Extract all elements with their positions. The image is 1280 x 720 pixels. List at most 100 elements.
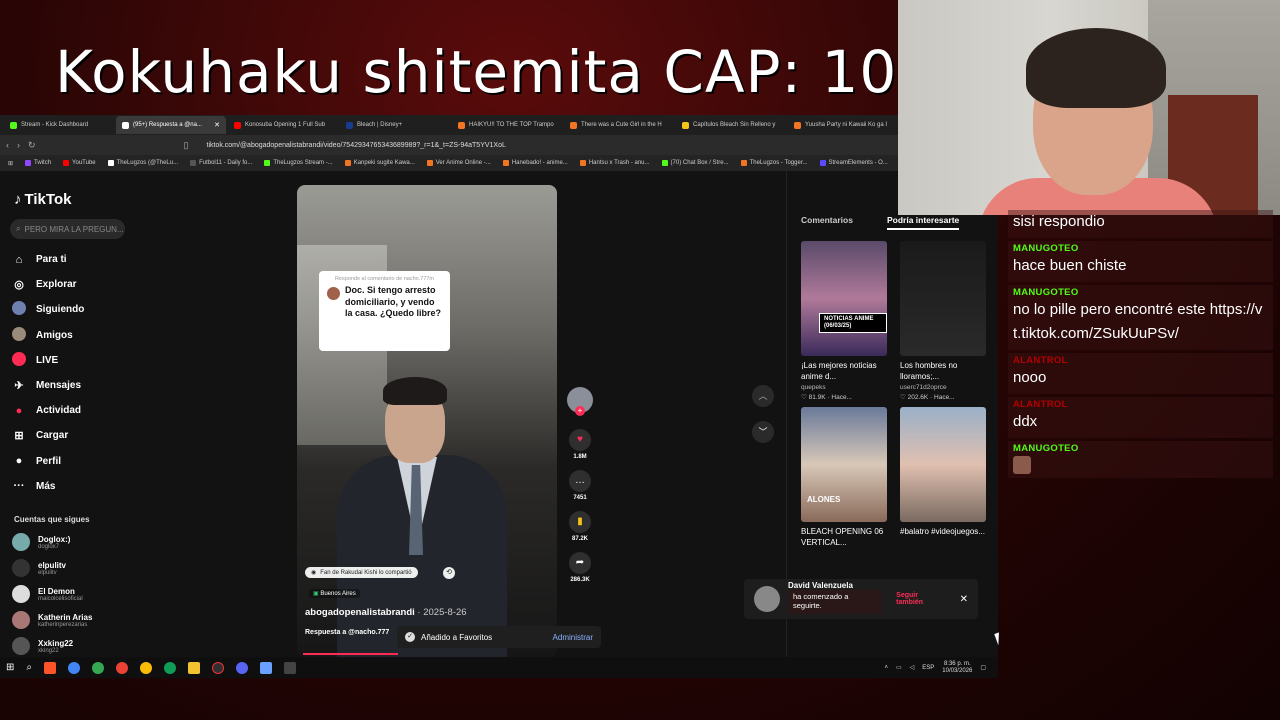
discord-icon[interactable] bbox=[236, 661, 248, 674]
crunchyroll-icon bbox=[794, 121, 801, 129]
chat-message: MANUGOTEO hace buen chiste bbox=[1008, 241, 1273, 282]
back-icon[interactable]: ‹ bbox=[6, 140, 9, 150]
following-account[interactable]: El Demon maicolcelisoficial bbox=[12, 581, 92, 607]
chevron-up-icon[interactable]: ˄ bbox=[884, 665, 888, 671]
following-icon bbox=[12, 301, 26, 318]
chat-emote bbox=[1013, 456, 1031, 474]
close-icon[interactable]: ✕ bbox=[960, 594, 968, 605]
close-tab-icon[interactable]: ✕ bbox=[214, 121, 220, 129]
follow-plus-icon[interactable]: + bbox=[575, 406, 585, 416]
volume-icon[interactable]: ◁ bbox=[910, 664, 915, 671]
search-input[interactable]: ⌕ PERO MIRA LA PREGUN... bbox=[10, 219, 125, 239]
bookmarks-bar: ⊞ Twitch YouTube TheLugzos (@TheLu... Fu… bbox=[0, 155, 998, 171]
recommended-video[interactable]: ALONES BLEACH OPENING 06 VERTICAL... bbox=[801, 407, 887, 548]
nav-item-para-ti[interactable]: ⌂ Para ti bbox=[12, 247, 84, 272]
repost-icon[interactable]: ⟲ bbox=[443, 567, 455, 579]
nav-item-siguiendo[interactable]: Siguiendo bbox=[12, 297, 84, 322]
notifications-icon[interactable]: ▢ bbox=[980, 664, 986, 671]
tab-podria-interesarte[interactable]: Podría interesarte bbox=[886, 215, 960, 230]
browser-tab[interactable]: Konosuba Opening 1 Full Sub bbox=[228, 116, 338, 134]
bookmark-item[interactable]: (70) Chat Box / Stre... bbox=[661, 160, 729, 166]
language-indicator[interactable]: ESP bbox=[922, 665, 934, 671]
bookmark-item[interactable]: YouTube bbox=[63, 160, 96, 166]
avatar bbox=[12, 533, 30, 551]
manage-favorites-link[interactable]: Administrar bbox=[553, 633, 593, 642]
following-account[interactable]: elpulitv elpulitv bbox=[12, 555, 92, 581]
nav-item-perfil[interactable]: ● Perfil bbox=[12, 449, 84, 474]
search-icon[interactable]: ⌕ bbox=[26, 662, 32, 673]
nav-item-actividad[interactable]: ● Actividad bbox=[12, 398, 84, 423]
nav-item-mas[interactable]: ··· Más bbox=[12, 474, 84, 499]
bookmark-item[interactable]: TheLugzos Stream -... bbox=[264, 160, 333, 166]
location-tag[interactable]: ▣ Buenos Aires bbox=[309, 589, 360, 598]
previous-video-button[interactable]: ︿ bbox=[752, 385, 774, 407]
app-icon[interactable] bbox=[260, 661, 272, 674]
windows-start-icon[interactable]: ⊞ bbox=[6, 662, 14, 673]
app-icon[interactable] bbox=[284, 661, 296, 674]
url-field[interactable]: tiktok.com/@abogadopenalistabrandi/video… bbox=[201, 138, 721, 152]
next-video-button[interactable]: ﹀ bbox=[752, 421, 774, 443]
avatar bbox=[754, 586, 780, 612]
disney-icon bbox=[346, 121, 353, 129]
brave-icon[interactable] bbox=[44, 661, 56, 674]
creator-avatar[interactable]: + bbox=[567, 387, 593, 416]
chrome-icon[interactable] bbox=[92, 661, 104, 674]
like-action[interactable]: ♥ 1.8M bbox=[566, 429, 594, 460]
share-action[interactable]: ➦ 286.3K bbox=[566, 552, 594, 583]
clock[interactable]: 8:36 p. m. 10/03/2026 bbox=[942, 661, 972, 675]
follow-back-button[interactable]: Seguir también bbox=[896, 592, 945, 606]
folder-icon[interactable] bbox=[188, 661, 200, 674]
tab-comentarios[interactable]: Comentarios bbox=[801, 215, 853, 230]
chat-message: ALANTROL nooo bbox=[1008, 353, 1273, 394]
bookmark-icon[interactable]: ▯ bbox=[184, 140, 189, 151]
messages-icon: ✈ bbox=[14, 380, 24, 393]
video-author[interactable]: abogadopenalistabrandi · 2025-8-26 bbox=[305, 607, 467, 618]
following-account[interactable]: Xxking22 xking22 bbox=[12, 633, 92, 659]
chrome-icon[interactable] bbox=[68, 661, 80, 674]
chat-message: sisi respondio bbox=[1008, 210, 1273, 238]
shared-by-pill[interactable]: ◉ Fan de Rakudai Kishi lo compartió ⟲ bbox=[305, 567, 455, 579]
video-progress-bar[interactable] bbox=[303, 653, 398, 655]
browser-tab[interactable]: HAIKYU!! TO THE TOP Trampo bbox=[452, 116, 562, 134]
recommended-video[interactable]: #balatro #videojuegos... bbox=[900, 407, 986, 548]
comment-action[interactable]: … 7451 bbox=[566, 470, 594, 501]
browser-tab[interactable]: Bleach | Disney+ bbox=[340, 116, 450, 134]
nav-item-mensajes[interactable]: ✈ Mensajes bbox=[12, 373, 84, 398]
obs-icon[interactable] bbox=[212, 661, 224, 674]
bookmark-item[interactable]: TheLugzos (@TheLu... bbox=[107, 160, 178, 166]
address-bar: ‹ › ↻ ▯ tiktok.com/@abogadopenalistabran… bbox=[0, 135, 998, 155]
nav-item-live[interactable]: LIVE bbox=[12, 348, 84, 373]
browser-tab[interactable]: Stream - Kick Dashboard bbox=[4, 116, 114, 134]
browser-tab-active[interactable]: (95+) Respuesta a @na... ✕ bbox=[116, 116, 226, 134]
chevron-up-icon: ︿ bbox=[758, 391, 768, 401]
save-action[interactable]: ▮ 87.2K bbox=[566, 511, 594, 542]
nav-item-explorar[interactable]: ◎ Explorar bbox=[12, 272, 84, 297]
bookmark-item[interactable]: Hantsu x Trash - anu... bbox=[579, 160, 650, 166]
chrome-icon[interactable] bbox=[116, 661, 128, 674]
network-icon[interactable]: ▭ bbox=[896, 664, 902, 671]
bookmark-item[interactable]: TheLugzos - Togger... bbox=[740, 160, 808, 166]
bookmark-item[interactable]: Twitch bbox=[25, 160, 51, 166]
browser-tab[interactable]: Yuusha Party ni Kawaii Ko ga I bbox=[788, 116, 898, 134]
forward-icon[interactable]: › bbox=[17, 140, 20, 150]
recommended-video[interactable]: Los hombres no lloramos;... userc71d2opr… bbox=[900, 241, 986, 401]
bookmark-item[interactable]: Futbol11 - Daily fo... bbox=[190, 160, 252, 166]
nav-item-cargar[interactable]: ⊞ Cargar bbox=[12, 423, 84, 448]
apps-icon[interactable]: ⊞ bbox=[8, 160, 13, 167]
edge-icon[interactable] bbox=[164, 661, 176, 674]
following-account[interactable]: Doglox:) doglox7 bbox=[12, 529, 92, 555]
reload-icon[interactable]: ↻ bbox=[28, 140, 36, 151]
browser-tab[interactable]: There was a Cute Girl in the H bbox=[564, 116, 674, 134]
video-thumbnail bbox=[900, 241, 986, 356]
chrome-icon[interactable] bbox=[140, 661, 152, 674]
browser-tab[interactable]: Capítulos Bleach Sin Relleno y bbox=[676, 116, 786, 134]
nav-item-amigos[interactable]: Amigos bbox=[12, 323, 84, 348]
following-account[interactable]: Katherin Arias katherinperezarias bbox=[12, 607, 92, 633]
bookmark-item[interactable]: Ver Anime Online -... bbox=[426, 160, 491, 166]
bookmark-item[interactable]: StreamElements - O... bbox=[819, 160, 888, 166]
tiktok-logo[interactable]: ♪ TikTok bbox=[14, 191, 71, 208]
bookmark-item[interactable]: Kanpeki sugite Kawa... bbox=[344, 160, 415, 166]
video-player[interactable]: Responde al comentario de nacho.777m Doc… bbox=[297, 185, 557, 657]
bookmark-item[interactable]: Hanebado! - anime... bbox=[502, 160, 568, 166]
recommended-video[interactable]: NOTICIAS ANIME (06/03/25) ¡Las mejores n… bbox=[801, 241, 887, 401]
